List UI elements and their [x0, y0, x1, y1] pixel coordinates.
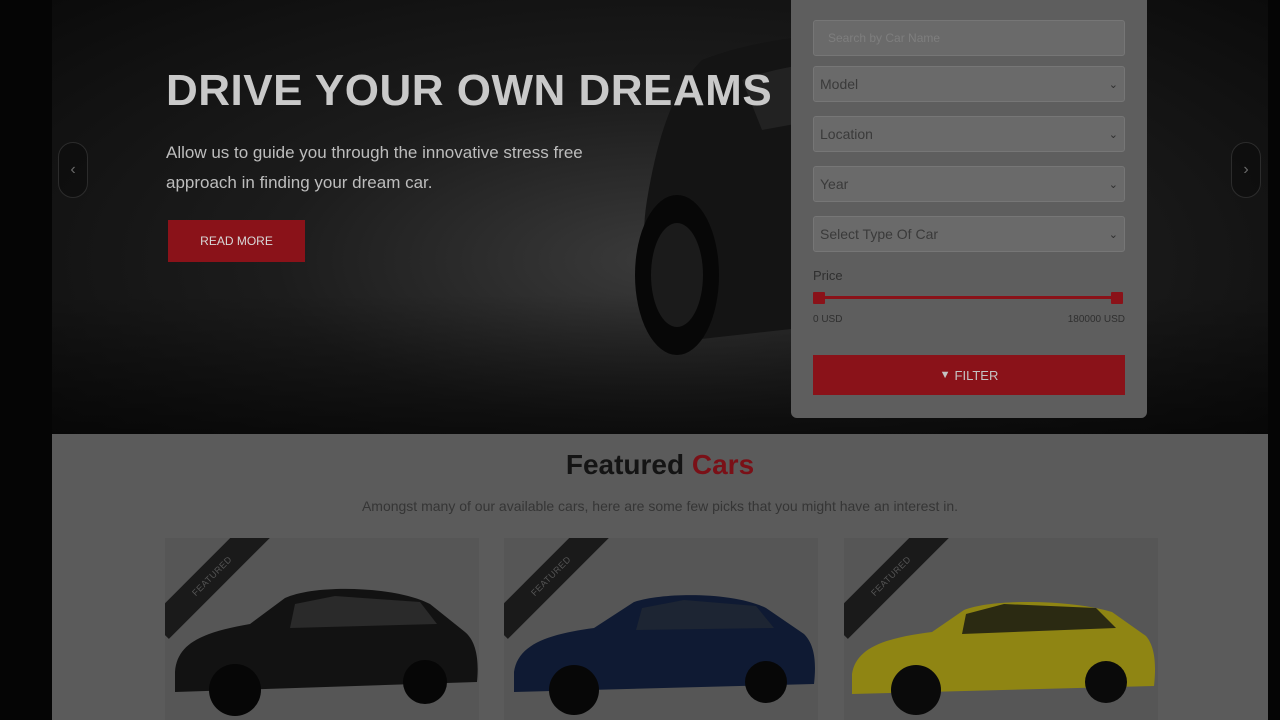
search-placeholder: Search by Car Name	[828, 31, 941, 45]
chevron-down-icon: ⌄	[1108, 128, 1118, 141]
page: DRIVE YOUR OWN DREAMS Allow us to guide …	[0, 0, 1280, 720]
featured-title-main: Featured	[565, 449, 685, 480]
chevron-down-icon: ⌄	[1108, 78, 1118, 91]
hero-title: DRIVE YOUR OWN DREAMS	[166, 66, 773, 115]
year-select[interactable]: Year ⌄	[813, 166, 1125, 202]
car-card[interactable]: Featured	[165, 538, 479, 720]
chevron-left-icon: ‹	[70, 161, 76, 178]
filter-button[interactable]: ▼ FILTER	[813, 355, 1125, 395]
car-card[interactable]: Featured	[504, 538, 818, 720]
price-label: Price	[813, 268, 843, 283]
featured-title-accent: Cars	[691, 449, 755, 480]
hero-subtitle: Allow us to guide you through the innova…	[166, 143, 583, 192]
funnel-icon: ▼	[939, 369, 951, 381]
featured-cars-section: Featured Cars Amongst many of our availa…	[52, 434, 1268, 720]
featured-title: Featured Cars	[52, 449, 1268, 481]
read-more-button[interactable]: READ MORE	[168, 220, 305, 262]
chevron-down-icon: ⌄	[1108, 178, 1118, 191]
chevron-down-icon: ⌄	[1108, 228, 1118, 241]
slider-next-button[interactable]: ›	[1231, 142, 1261, 198]
location-select-label: Location	[820, 126, 873, 142]
featured-subtitle: Amongst many of our available cars, here…	[361, 498, 959, 514]
model-select[interactable]: Model ⌄	[813, 66, 1125, 102]
filter-button-label: FILTER	[954, 367, 999, 383]
price-range-track[interactable]	[815, 296, 1117, 299]
price-max-value: 180000 USD	[1067, 314, 1125, 325]
model-select-label: Model	[820, 76, 859, 92]
chevron-right-icon: ›	[1243, 161, 1249, 178]
price-max-handle[interactable]	[1111, 292, 1123, 304]
search-input[interactable]: Search by Car Name	[813, 20, 1125, 56]
year-select-label: Year	[820, 176, 849, 192]
car-filter-panel: Search by Car Name Model ⌄ Location ⌄ Ye…	[791, 0, 1147, 418]
car-type-select[interactable]: Select Type Of Car ⌄	[813, 216, 1125, 252]
location-select[interactable]: Location ⌄	[813, 116, 1125, 152]
price-min-value: 0 USD	[813, 314, 843, 325]
price-min-handle[interactable]	[813, 292, 825, 304]
car-type-select-label: Select Type Of Car	[820, 226, 939, 242]
car-card[interactable]: Featured	[844, 538, 1158, 720]
slider-prev-button[interactable]: ‹	[58, 142, 88, 198]
